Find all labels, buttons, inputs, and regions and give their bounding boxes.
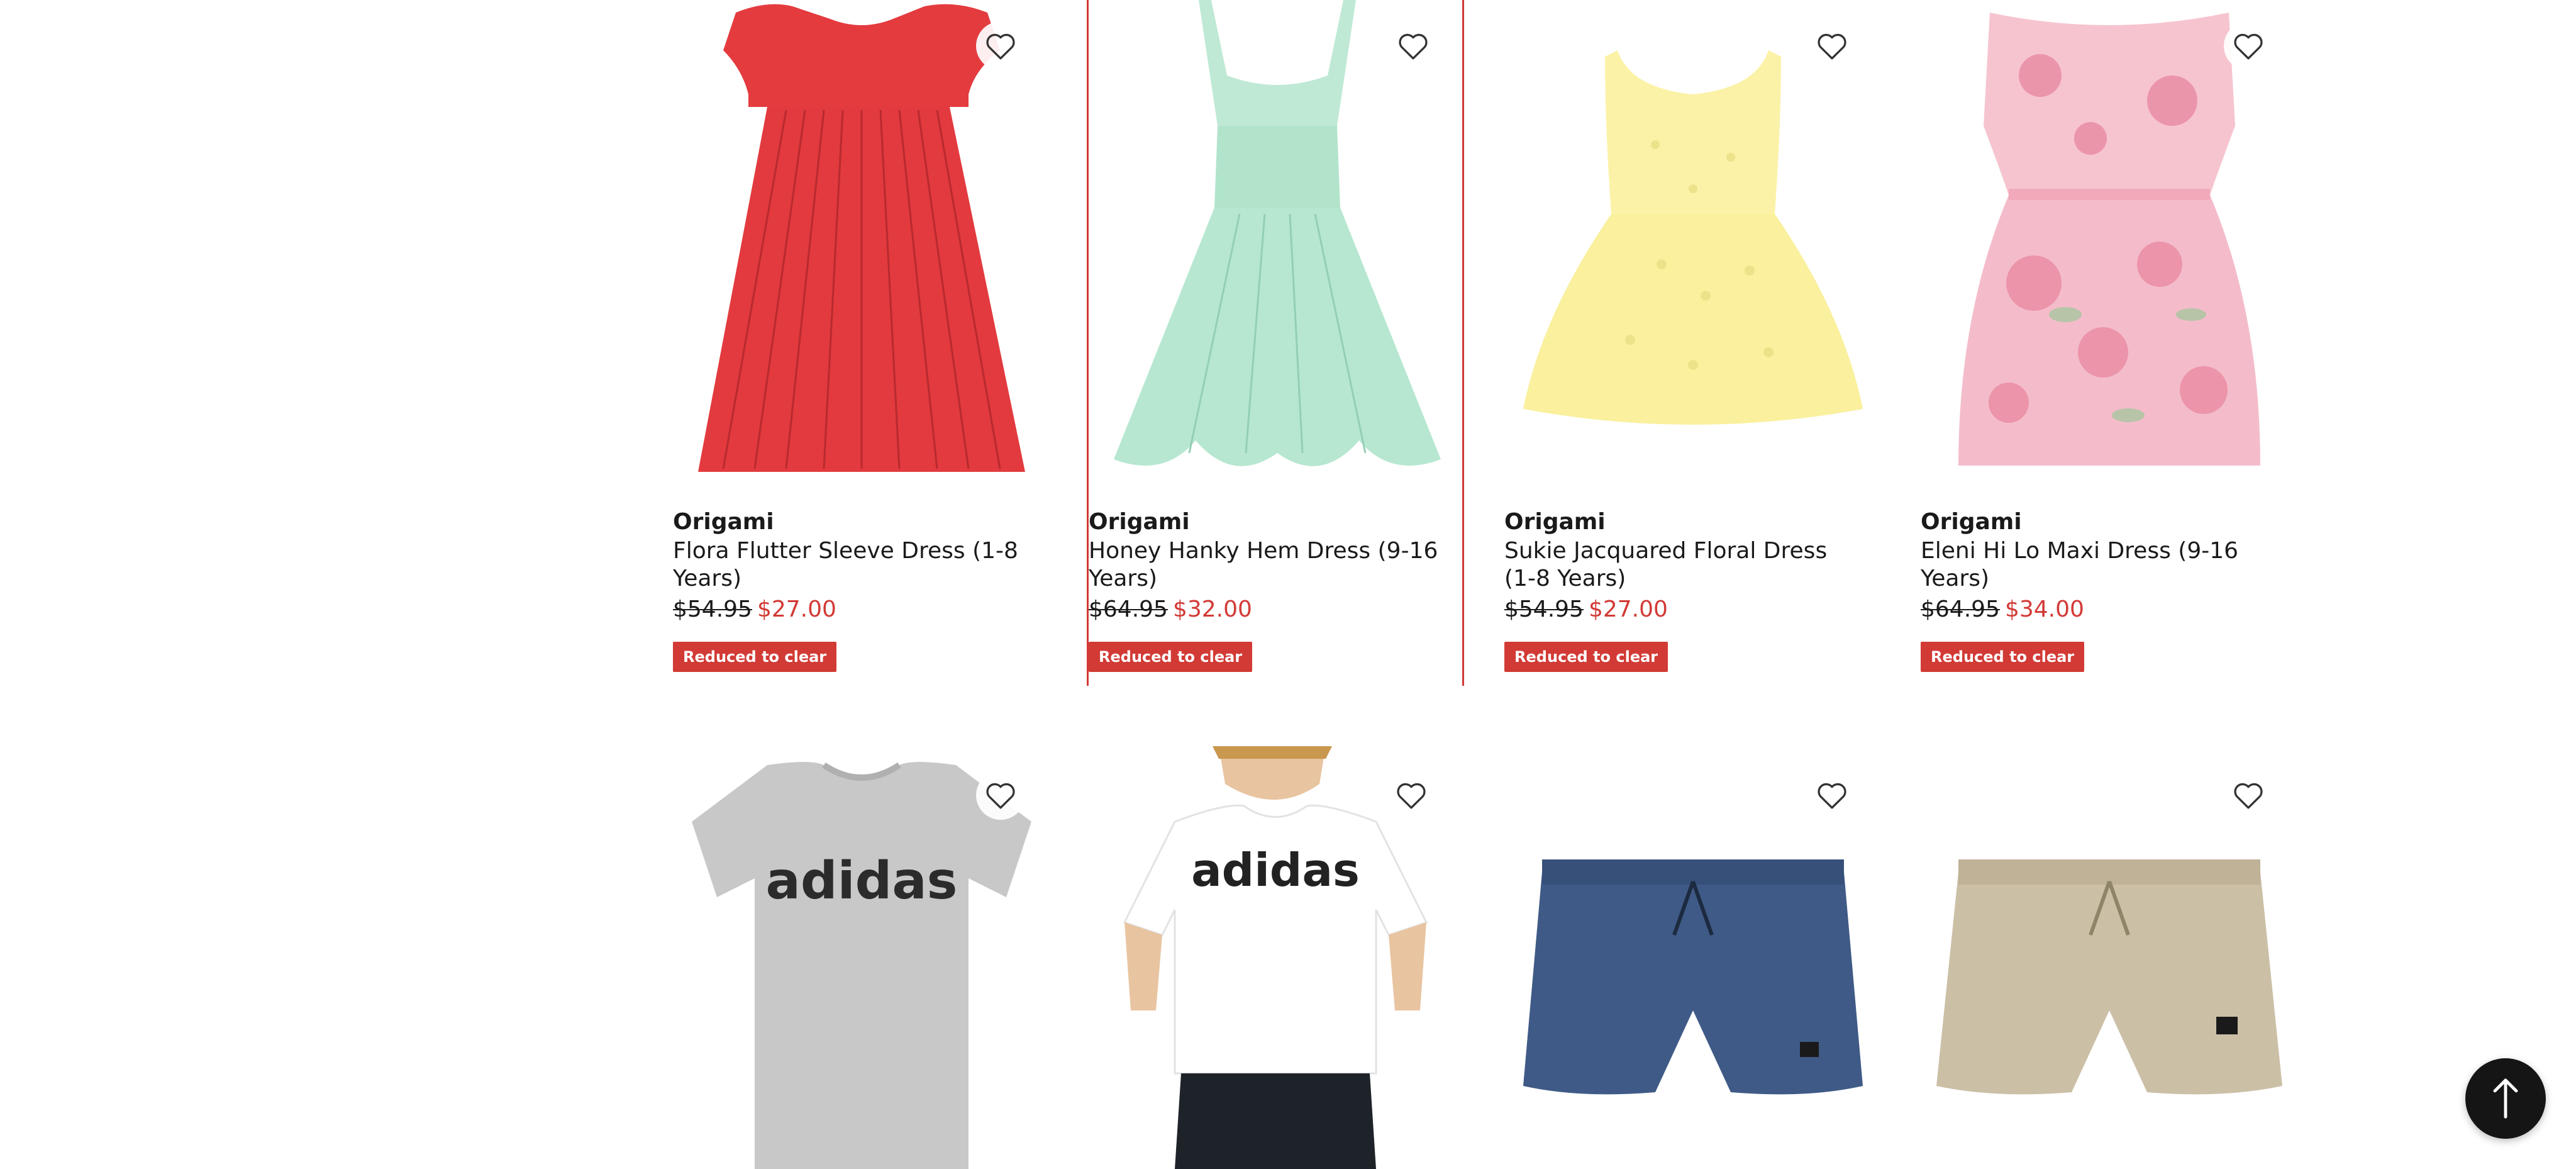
product-card[interactable]: adidas xyxy=(673,746,1050,1169)
product-card[interactable]: Origami Eleni Hi Lo Maxi Dress (9-16 Yea… xyxy=(1921,0,2298,686)
product-name[interactable]: Eleni Hi Lo Maxi Dress (9-16 Years) xyxy=(1921,537,2298,593)
product-brand[interactable]: Origami xyxy=(1504,507,1857,537)
tshirt-print: adidas xyxy=(1191,844,1360,897)
yellow-dress-illustration xyxy=(1523,50,1863,425)
heart-outline-icon xyxy=(1818,783,1846,809)
price: $54.95 $27.00 xyxy=(673,594,1050,625)
product-image[interactable] xyxy=(673,0,1050,491)
original-price: $54.95 xyxy=(1504,596,1584,622)
product-card[interactable]: Origami Honey Hanky Hem Dress (9-16 Year… xyxy=(1087,0,1464,686)
product-image[interactable] xyxy=(1089,0,1462,491)
product-brand[interactable]: Origami xyxy=(1921,507,2298,537)
sale-badge: Reduced to clear xyxy=(1921,642,2085,672)
original-price: $54.95 xyxy=(673,596,752,622)
wishlist-button[interactable] xyxy=(976,771,1025,820)
wishlist-button[interactable] xyxy=(2224,771,2273,820)
sale-badge: Reduced to clear xyxy=(1089,642,1253,672)
wishlist-button[interactable] xyxy=(976,21,1025,70)
heart-outline-icon xyxy=(986,783,1015,809)
sale-price: $27.00 xyxy=(1588,596,1668,622)
sale-badge: Reduced to clear xyxy=(673,642,837,672)
heart-outline-icon xyxy=(2234,33,2263,60)
mint-dress-illustration xyxy=(1114,0,1441,466)
product-name[interactable]: Sukie Jacquared Floral Dress (1-8 Years) xyxy=(1504,537,1857,593)
price: $64.95 $34.00 xyxy=(1921,594,2298,625)
product-card[interactable]: Origami Flora Flutter Sleeve Dress (1-8 … xyxy=(673,0,1050,686)
heart-outline-icon xyxy=(986,33,1015,60)
sale-badge: Reduced to clear xyxy=(1504,642,1668,672)
product-card[interactable] xyxy=(1504,746,1882,1169)
heart-outline-icon xyxy=(1399,33,1428,60)
wishlist-button[interactable] xyxy=(1807,771,1857,820)
heart-outline-icon xyxy=(1397,783,1426,809)
product-card[interactable]: Origami Sukie Jacquared Floral Dress (1-… xyxy=(1504,0,1882,686)
back-to-top-button[interactable] xyxy=(2465,1058,2546,1139)
product-brand[interactable]: Origami xyxy=(1089,507,1462,537)
wishlist-button[interactable] xyxy=(1389,21,1438,70)
tshirt-print: adidas xyxy=(766,851,958,911)
original-price: $64.95 xyxy=(1089,596,1168,622)
product-card[interactable]: adidas xyxy=(1087,746,1464,1169)
price: $64.95 $32.00 xyxy=(1089,594,1462,625)
arrow-up-icon xyxy=(2493,1078,2518,1119)
heart-outline-icon xyxy=(1818,33,1846,60)
product-card[interactable] xyxy=(1921,746,2298,1169)
product-name[interactable]: Honey Hanky Hem Dress (9-16 Years) xyxy=(1089,537,1462,593)
sale-price: $32.00 xyxy=(1172,596,1252,622)
red-dress-illustration xyxy=(698,4,1025,472)
wishlist-button[interactable] xyxy=(1807,21,1857,70)
product-image[interactable] xyxy=(1504,0,1882,491)
product-brand[interactable]: Origami xyxy=(673,507,1050,537)
product-grid: Origami Flora Flutter Sleeve Dress (1-8 … xyxy=(0,0,2576,1169)
product-image[interactable] xyxy=(1921,0,2298,491)
wishlist-button[interactable] xyxy=(2224,21,2273,70)
product-name[interactable]: Flora Flutter Sleeve Dress (1-8 Years) xyxy=(673,537,1050,593)
price: $54.95 $27.00 xyxy=(1504,594,1857,625)
wishlist-button[interactable] xyxy=(1387,771,1436,820)
heart-outline-icon xyxy=(2234,783,2263,809)
sale-price: $34.00 xyxy=(2004,596,2084,622)
sale-price: $27.00 xyxy=(757,596,836,622)
original-price: $64.95 xyxy=(1921,596,2000,622)
pink-floral-dress-illustration xyxy=(1958,13,2260,466)
